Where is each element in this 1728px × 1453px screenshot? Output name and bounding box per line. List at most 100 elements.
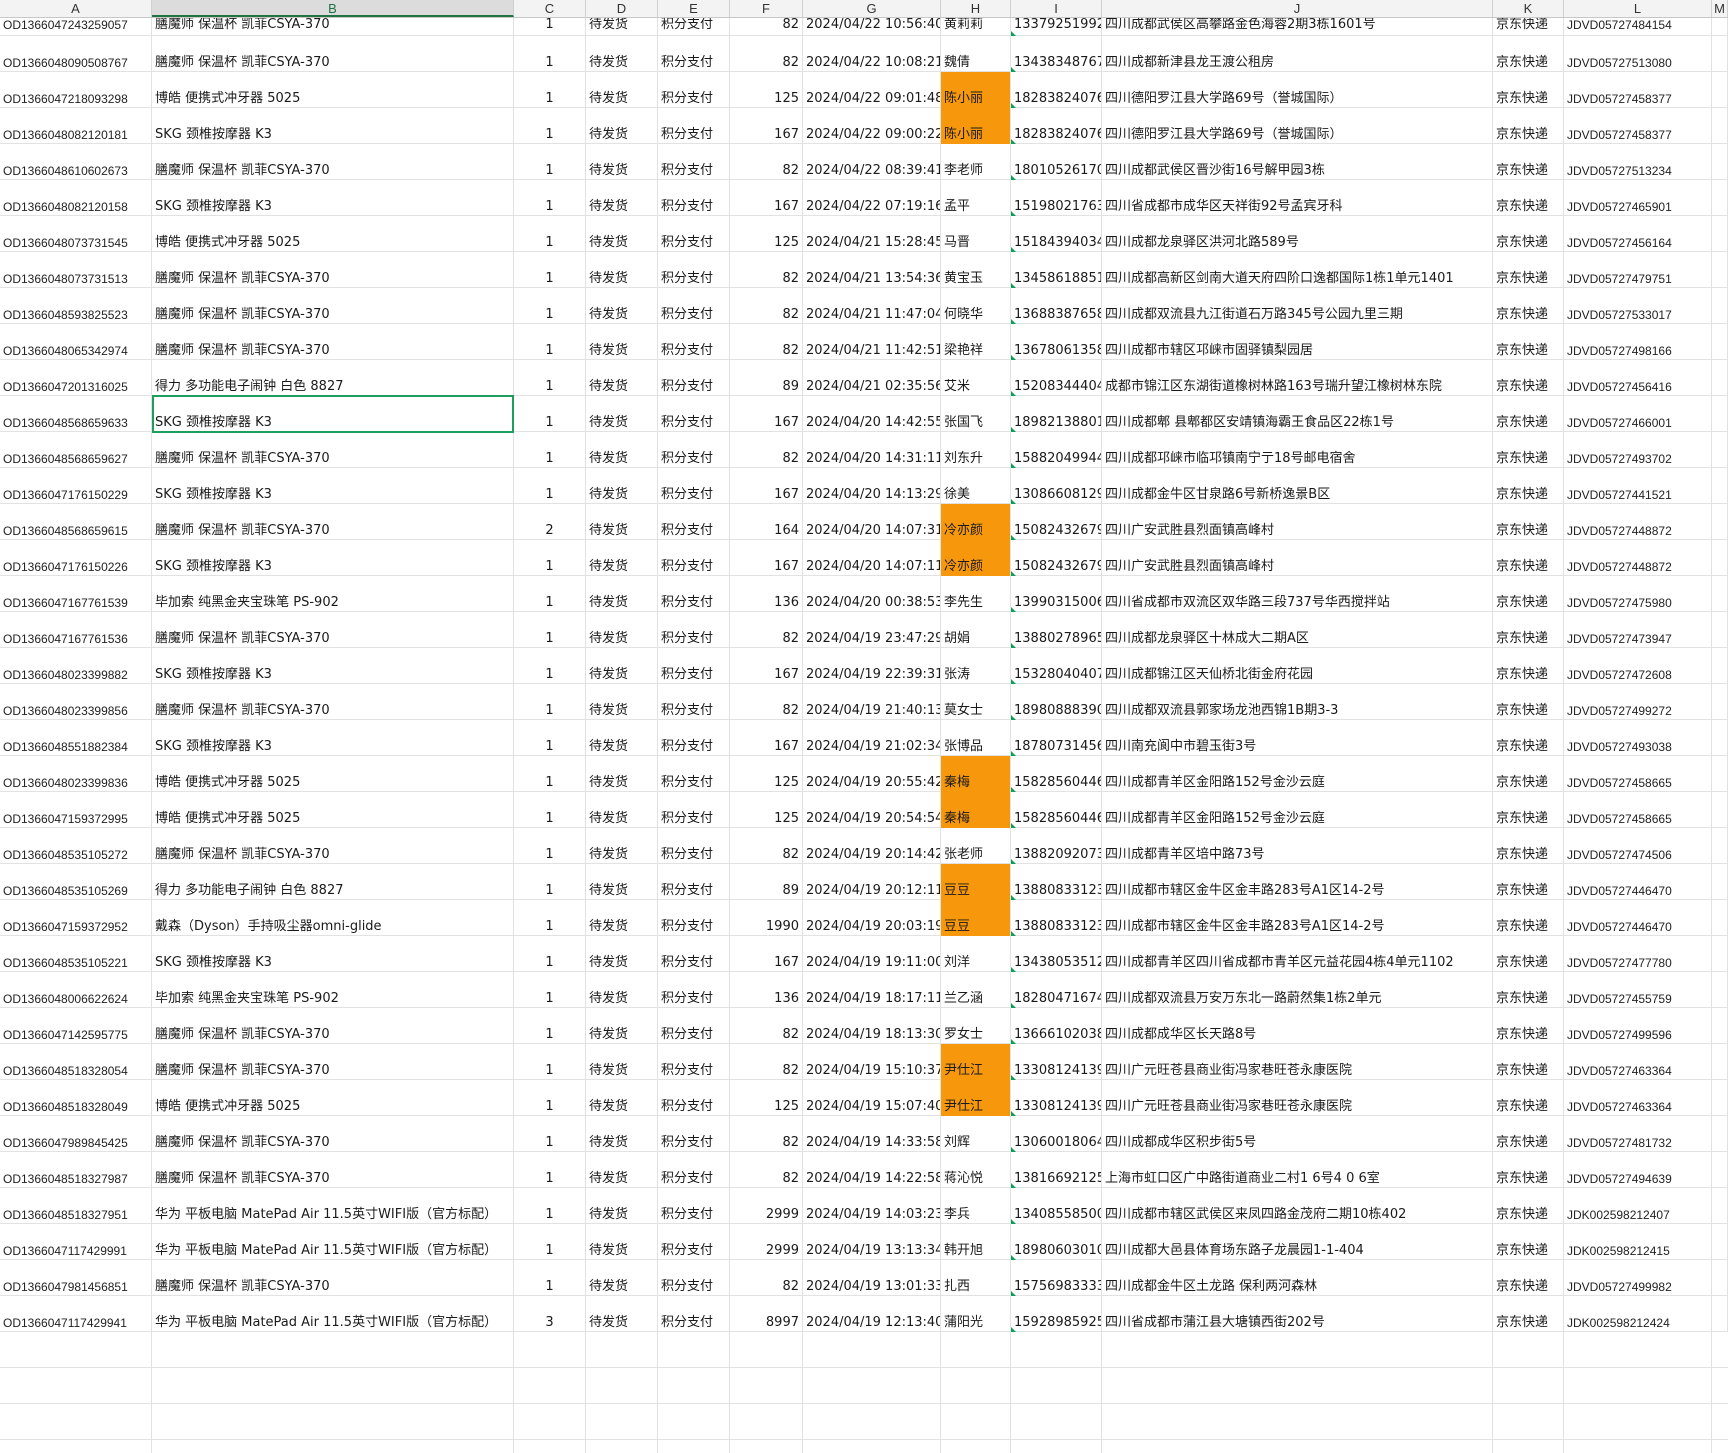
cell-courier[interactable]: 京东快递 <box>1493 216 1564 252</box>
cell-time[interactable]: 2024/04/19 15:10:37 <box>803 1044 941 1080</box>
cell-time[interactable]: 2024/04/20 14:42:55 <box>803 396 941 432</box>
cell-empty[interactable] <box>1712 1116 1728 1152</box>
cell-addr[interactable]: 四川省成都市蒲江县大塘镇西街202号 <box>1102 1296 1493 1332</box>
cell-track[interactable]: JDVD05727498166 <box>1564 324 1712 360</box>
cell-track[interactable]: JDVD05727481732 <box>1564 1116 1712 1152</box>
cell-courier[interactable]: 京东快递 <box>1493 18 1564 36</box>
cell-qty[interactable]: 1 <box>514 36 586 72</box>
cell-track[interactable]: JDVD05727458665 <box>1564 792 1712 828</box>
cell-phone[interactable]: 15082432679 <box>1011 504 1102 540</box>
cell-addr[interactable]: 四川成都武侯区晋沙街16号解甲园3栋 <box>1102 144 1493 180</box>
cell-status[interactable]: 待发货 <box>586 936 658 972</box>
cell-id[interactable]: OD1366048551882384 <box>0 720 152 756</box>
cell-qty[interactable]: 1 <box>514 18 586 36</box>
cell-courier[interactable]: 京东快递 <box>1493 720 1564 756</box>
cell-empty[interactable] <box>1712 576 1728 612</box>
empty-row[interactable] <box>0 1404 1728 1440</box>
cell-phone[interactable]: 13060018064 <box>1011 1116 1102 1152</box>
cell-status[interactable]: 待发货 <box>586 576 658 612</box>
cell-phone[interactable]: 13880833123 <box>1011 900 1102 936</box>
cell-empty[interactable] <box>1712 252 1728 288</box>
cell-courier[interactable]: 京东快递 <box>1493 756 1564 792</box>
cell-product[interactable]: 博皓 便携式冲牙器 5025 <box>152 1080 514 1116</box>
cell-product[interactable]: SKG 颈椎按摩器 K3 <box>152 540 514 576</box>
cell-payment[interactable]: 积分支付 <box>658 1152 730 1188</box>
cell-phone[interactable]: 18780731456 <box>1011 720 1102 756</box>
cell-empty[interactable] <box>1712 180 1728 216</box>
cell-id[interactable]: OD1366047201316025 <box>0 360 152 396</box>
cell-amount[interactable]: 167 <box>730 396 803 432</box>
cell-id[interactable]: OD1366048518327951 <box>0 1188 152 1224</box>
cell-courier[interactable]: 京东快递 <box>1493 828 1564 864</box>
cell-time[interactable]: 2024/04/19 20:03:19 <box>803 900 941 936</box>
cell-track[interactable]: JDVD05727499596 <box>1564 1008 1712 1044</box>
cell-empty[interactable] <box>1712 504 1728 540</box>
cell-payment[interactable]: 积分支付 <box>658 540 730 576</box>
cell-amount[interactable]: 1990 <box>730 900 803 936</box>
cell-product[interactable]: 膳魔师 保温杯 凯菲CSYA-370 <box>152 36 514 72</box>
cell-empty[interactable] <box>1712 36 1728 72</box>
cell-status[interactable]: 待发货 <box>586 432 658 468</box>
cell-amount[interactable]: 82 <box>730 324 803 360</box>
cell-track[interactable]: JDVD05727456164 <box>1564 216 1712 252</box>
column-header-a[interactable]: A <box>0 0 152 17</box>
cell-product[interactable]: 膳魔师 保温杯 凯菲CSYA-370 <box>152 288 514 324</box>
cell-id[interactable]: OD1366048535105269 <box>0 864 152 900</box>
cell-product[interactable]: 得力 多功能电子闹钟 白色 8827 <box>152 360 514 396</box>
cell-payment[interactable]: 积分支付 <box>658 252 730 288</box>
cell-time[interactable]: 2024/04/19 20:54:54 <box>803 792 941 828</box>
cell-status[interactable]: 待发货 <box>586 468 658 504</box>
cell-id[interactable]: OD1366048023399882 <box>0 648 152 684</box>
cell-track[interactable]: JDK002598212407 <box>1564 1188 1712 1224</box>
cell-name[interactable]: 韩开旭 <box>941 1224 1011 1260</box>
cell-amount[interactable]: 164 <box>730 504 803 540</box>
cell-empty[interactable] <box>1712 1296 1728 1332</box>
cell-status[interactable]: 待发货 <box>586 360 658 396</box>
cell-courier[interactable]: 京东快递 <box>1493 1260 1564 1296</box>
cell-id[interactable]: OD1366048568659633 <box>0 396 152 432</box>
cell-addr[interactable]: 四川广元旺苍县商业街冯家巷旺苍永康医院 <box>1102 1080 1493 1116</box>
cell-amount[interactable]: 167 <box>730 936 803 972</box>
cell-status[interactable]: 待发货 <box>586 540 658 576</box>
cell-track[interactable]: JDVD05727513234 <box>1564 144 1712 180</box>
cell-amount[interactable]: 136 <box>730 576 803 612</box>
cell-status[interactable]: 待发货 <box>586 252 658 288</box>
cell-empty[interactable] <box>1712 756 1728 792</box>
cell-product[interactable]: 博皓 便携式冲牙器 5025 <box>152 216 514 252</box>
cell-track[interactable]: JDK002598212424 <box>1564 1296 1712 1332</box>
cell-id[interactable]: OD1366048073731513 <box>0 252 152 288</box>
cell-track[interactable]: JDVD05727499982 <box>1564 1260 1712 1296</box>
cell-time[interactable]: 2024/04/21 11:47:04 <box>803 288 941 324</box>
column-header-k[interactable]: K <box>1493 0 1564 17</box>
cell-courier[interactable]: 京东快递 <box>1493 36 1564 72</box>
cell-qty[interactable]: 1 <box>514 1260 586 1296</box>
cell-addr[interactable]: 成都市锦江区东湖街道橡树林路163号瑞升望江橡树林东院 <box>1102 360 1493 396</box>
cell-payment[interactable]: 积分支付 <box>658 684 730 720</box>
column-header-h[interactable]: H <box>941 0 1011 17</box>
cell-qty[interactable]: 1 <box>514 792 586 828</box>
cell-amount[interactable]: 82 <box>730 1044 803 1080</box>
cell-id[interactable]: OD1366047142595775 <box>0 1008 152 1044</box>
cell-status[interactable]: 待发货 <box>586 1044 658 1080</box>
cell-amount[interactable]: 125 <box>730 216 803 252</box>
cell-time[interactable]: 2024/04/19 19:11:00 <box>803 936 941 972</box>
cell-id[interactable]: OD1366048065342974 <box>0 324 152 360</box>
cell-track[interactable]: JDVD05727465901 <box>1564 180 1712 216</box>
cell-courier[interactable]: 京东快递 <box>1493 180 1564 216</box>
cell-payment[interactable]: 积分支付 <box>658 756 730 792</box>
cell-qty[interactable]: 1 <box>514 324 586 360</box>
cell-track[interactable]: JDVD05727448872 <box>1564 540 1712 576</box>
cell-name[interactable]: 豆豆 <box>941 900 1011 936</box>
cell-qty[interactable]: 1 <box>514 72 586 108</box>
cell-status[interactable]: 待发货 <box>586 108 658 144</box>
cell-amount[interactable]: 136 <box>730 972 803 1008</box>
cell-id[interactable]: OD1366048090508767 <box>0 36 152 72</box>
cell-qty[interactable]: 1 <box>514 864 586 900</box>
cell-product[interactable]: 得力 多功能电子闹钟 白色 8827 <box>152 864 514 900</box>
cell-name[interactable]: 兰乙涵 <box>941 972 1011 1008</box>
cell-track[interactable]: JDK002598212415 <box>1564 1224 1712 1260</box>
cell-courier[interactable]: 京东快递 <box>1493 288 1564 324</box>
cell-id[interactable]: OD1366048023399836 <box>0 756 152 792</box>
cell-phone[interactable]: 13379251992 <box>1011 18 1102 36</box>
cell-name[interactable]: 孟平 <box>941 180 1011 216</box>
